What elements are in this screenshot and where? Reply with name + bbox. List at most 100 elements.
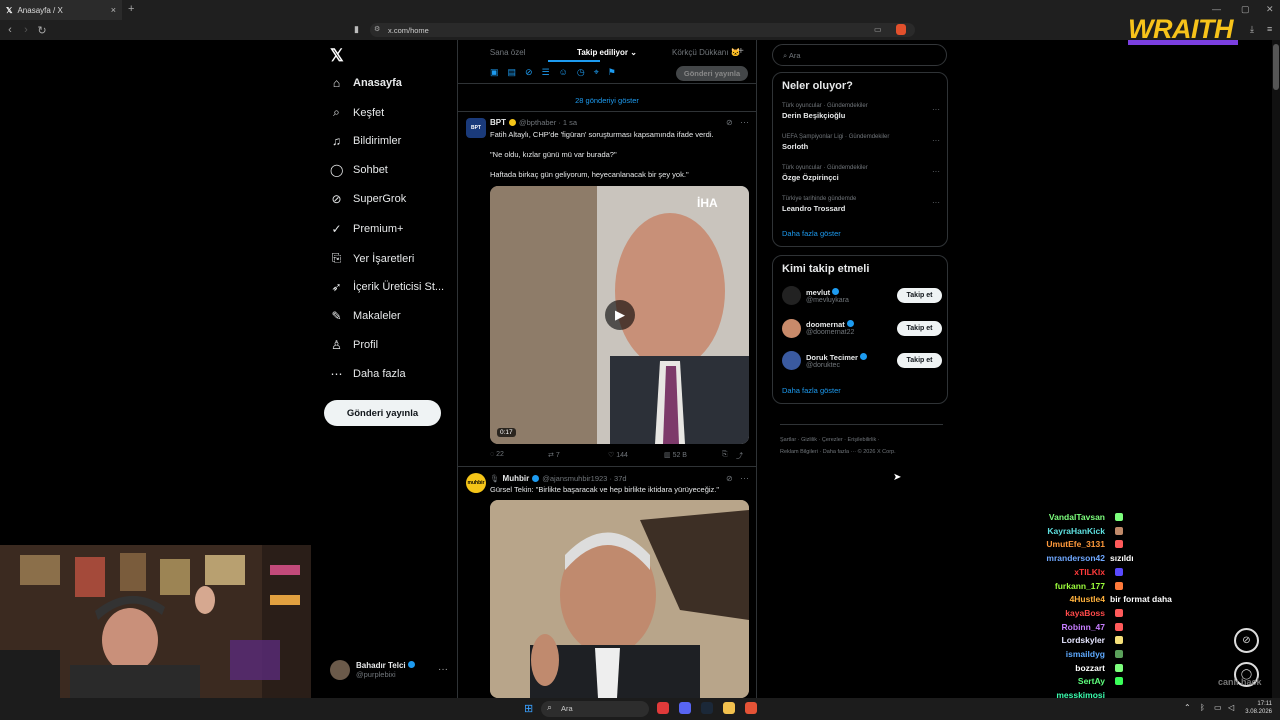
- chat-username[interactable]: UmutEfe_3131: [1025, 539, 1105, 549]
- follow-button[interactable]: Takip et: [897, 320, 942, 336]
- chat-username[interactable]: VandalTavsan: [1025, 512, 1105, 522]
- who-more-link[interactable]: Daha fazla göster: [782, 386, 841, 395]
- folder-icon[interactable]: [723, 702, 735, 714]
- location-icon[interactable]: ⌖: [594, 67, 599, 78]
- gif-icon[interactable]: ▤: [508, 67, 517, 78]
- windows-start-icon[interactable]: ⊞: [524, 702, 533, 715]
- footer-links[interactable]: Şartlar · Gizlilik · Çerezler · Erişileb…: [780, 434, 945, 458]
- reply-button[interactable]: ◌ 22: [490, 451, 548, 461]
- follow-suggestion[interactable]: mevlut @mevluykara Takip et: [782, 286, 942, 305]
- tab-for-you[interactable]: Sana özel: [458, 42, 557, 64]
- sidebar-item-home[interactable]: ⌂ Anasayfa: [330, 76, 402, 90]
- menu-icon[interactable]: ≡: [1267, 24, 1272, 34]
- grok-icon[interactable]: ⊘: [525, 67, 533, 78]
- footer-line[interactable]: Reklam Bilgileri · Daha fazla ··· © 2026…: [780, 446, 945, 458]
- tweet-avatar[interactable]: muhbir: [466, 473, 486, 493]
- chat-username[interactable]: 4Hustle4: [1025, 594, 1105, 604]
- x-logo-icon[interactable]: 𝕏: [330, 46, 344, 66]
- new-tab-button[interactable]: +: [128, 3, 134, 15]
- follow-button[interactable]: Takip et: [897, 288, 942, 303]
- poll-icon[interactable]: ☰: [542, 67, 550, 78]
- bluetooth-icon[interactable]: ᛒ: [1200, 703, 1205, 712]
- scrollbar-thumb[interactable]: [1273, 44, 1279, 90]
- taskbar-clock[interactable]: 17:11 3.08.2026: [1240, 700, 1272, 716]
- tweet-more-icon[interactable]: ···: [740, 473, 749, 483]
- sidebar-item-grok[interactable]: ⊘ SuperGrok: [330, 192, 406, 206]
- play-icon[interactable]: ▶: [605, 300, 635, 330]
- forward-icon[interactable]: ›: [18, 24, 34, 36]
- chat-username[interactable]: Lordskyler: [1025, 635, 1105, 645]
- bookmark-page-icon[interactable]: ▮: [354, 24, 359, 35]
- add-tab-icon[interactable]: +: [738, 46, 744, 57]
- sidebar-item-article[interactable]: ✎ Makaleler: [330, 309, 400, 323]
- taskbar-search[interactable]: Ara: [541, 701, 649, 717]
- maximize-icon[interactable]: ▢: [1241, 4, 1250, 15]
- site-info-icon[interactable]: ⚙: [374, 25, 380, 33]
- emoji-icon[interactable]: ☺: [559, 67, 568, 78]
- retweet-button[interactable]: ⇄ 7: [548, 451, 608, 461]
- taskbar-app-icon[interactable]: [657, 702, 669, 714]
- brave-icon[interactable]: [745, 702, 757, 714]
- sidebar-item-chat[interactable]: ◯ Sohbet: [330, 163, 388, 177]
- grok-icon[interactable]: ⊘: [726, 474, 733, 483]
- trend-more-icon[interactable]: ···: [932, 136, 940, 145]
- tweet-author[interactable]: Muhbir: [503, 474, 530, 483]
- trend-item[interactable]: Türk oyuncular · Gündemdekiler Özge Özpir…: [773, 165, 949, 182]
- sidebar-item-bookmark[interactable]: ⎘ Yer İşaretleri: [330, 251, 415, 266]
- tray-chevron-icon[interactable]: ⌃: [1184, 703, 1191, 712]
- tweet-more-icon[interactable]: ···: [740, 117, 749, 127]
- follow-suggestion[interactable]: Doruk Tecimer @doruktec Takip et: [782, 351, 942, 370]
- compose-send-button[interactable]: Gönderi yayınla: [676, 66, 748, 81]
- chat-username[interactable]: SertAy: [1025, 676, 1105, 686]
- post-button[interactable]: Gönderi yayınla: [324, 400, 441, 426]
- views-button[interactable]: ▥ 52 B: [664, 451, 722, 461]
- sidebar-item-premium[interactable]: ✓ Premium+: [330, 222, 403, 236]
- url-field[interactable]: x.com/home: [370, 23, 915, 37]
- chat-username[interactable]: xTILKIx: [1025, 567, 1105, 577]
- reload-icon[interactable]: ↻: [34, 24, 50, 37]
- sidebar-item-search[interactable]: ⌕ Keşfet: [330, 105, 384, 120]
- sidebar-item-rocket[interactable]: ➶ İçerik Üreticisi St...: [330, 280, 444, 294]
- steam-icon[interactable]: [701, 702, 713, 714]
- schedule-icon[interactable]: ◷: [577, 67, 585, 78]
- volume-icon[interactable]: ◁: [1228, 703, 1234, 712]
- trend-more-icon[interactable]: ···: [932, 105, 940, 114]
- minimize-icon[interactable]: —: [1212, 4, 1221, 14]
- chat-username[interactable]: kayaBoss: [1025, 608, 1105, 618]
- grok-float-icon[interactable]: ⊘: [1234, 628, 1259, 653]
- sidebar-item-more[interactable]: ⋯ Daha fazla: [330, 367, 406, 381]
- follow-suggestion[interactable]: doomernat @doomernat22 Takip et: [782, 318, 942, 338]
- tweet-image[interactable]: [490, 500, 749, 698]
- trend-item[interactable]: Türkiye tarihinde gündemde Leandro Trossa…: [773, 196, 949, 213]
- cast-icon[interactable]: ▭: [874, 25, 882, 34]
- flag-icon[interactable]: ⚑: [608, 67, 616, 78]
- search-input[interactable]: ⌕ Ara: [772, 44, 947, 66]
- chat-username[interactable]: mranderson42: [1025, 553, 1105, 563]
- network-icon[interactable]: ▭: [1214, 703, 1222, 712]
- share-icon[interactable]: ⤴: [736, 451, 743, 461]
- sidebar-item-bell[interactable]: ♫ Bildirimler: [330, 134, 401, 148]
- tweet-handle[interactable]: @ajansmuhbir1923 · 37d: [542, 474, 626, 483]
- sidebar-item-profile[interactable]: ♙ Profil: [330, 338, 378, 352]
- back-icon[interactable]: ‹: [2, 24, 18, 36]
- browser-tab[interactable]: 𝕏 Anasayfa / X ×: [0, 0, 122, 20]
- chat-username[interactable]: Robinn_47: [1025, 622, 1105, 632]
- tweet-handle[interactable]: @bpthaber · 1 sa: [519, 118, 577, 127]
- window-close-icon[interactable]: ✕: [1266, 4, 1274, 15]
- grok-icon[interactable]: ⊘: [726, 118, 733, 127]
- tweet-author[interactable]: BPT: [490, 118, 506, 127]
- follow-button[interactable]: Takip et: [897, 353, 942, 368]
- trend-more-icon[interactable]: ···: [932, 198, 940, 207]
- account-switcher[interactable]: Bahadır Telci @purplebixi: [330, 660, 415, 680]
- bookmark-icon[interactable]: ⎘: [722, 451, 736, 461]
- trends-more-link[interactable]: Daha fazla göster: [782, 229, 841, 238]
- like-button[interactable]: ♡ 144: [608, 451, 664, 461]
- scrollbar[interactable]: [1272, 40, 1280, 698]
- tab-close-icon[interactable]: ×: [111, 5, 116, 15]
- tweet-video[interactable]: İHA ▶ 0:17: [490, 186, 749, 444]
- image-icon[interactable]: ▣: [490, 67, 499, 78]
- brave-shield-icon[interactable]: [896, 24, 906, 35]
- chat-username[interactable]: bozzart: [1025, 663, 1105, 673]
- chat-username[interactable]: KayraHanKick: [1025, 526, 1105, 536]
- chat-username[interactable]: ismaildyg: [1025, 649, 1105, 659]
